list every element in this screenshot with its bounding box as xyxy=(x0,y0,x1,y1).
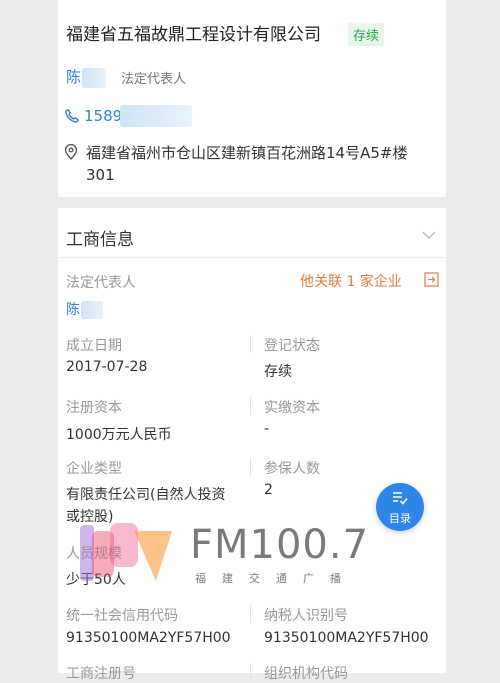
field-value: 2017-07-28 xyxy=(66,359,148,375)
company-header-card: 福建省五福故鼎工程设计有限公司 存续 陈 法定代表人 1589 福建省福州市仓山… xyxy=(58,0,446,197)
field-label: 实缴资本 xyxy=(264,400,320,416)
column-divider xyxy=(250,458,251,476)
divider xyxy=(58,257,446,258)
section-title: 工商信息 xyxy=(66,230,134,250)
field-label: 成立日期 xyxy=(66,338,122,354)
list-check-icon xyxy=(393,492,408,505)
column-divider xyxy=(250,663,251,681)
column-divider xyxy=(250,397,251,415)
field-value: 存续 xyxy=(264,364,292,380)
field-label: 纳税人识别号 xyxy=(264,608,348,624)
field-label: 参保人数 xyxy=(264,461,320,477)
redaction-blur xyxy=(120,105,193,127)
field-value: 1000万元人民币 xyxy=(66,427,172,443)
field-label: 工商注册号 xyxy=(66,666,136,682)
legal-rep-value[interactable]: 陈 xyxy=(66,299,103,319)
watermark-subtitle: 福建交通广播 xyxy=(195,572,357,585)
phone-icon xyxy=(65,109,79,123)
location-pin-icon xyxy=(64,144,78,160)
field-value: - xyxy=(264,421,270,437)
related-companies-link[interactable]: 他关联 1 家企业 xyxy=(300,271,402,291)
table-of-contents-button[interactable]: 目录 xyxy=(376,483,424,531)
phone-number[interactable]: 1589 xyxy=(84,107,122,125)
legal-rep-name[interactable]: 陈 xyxy=(66,68,81,86)
redaction-blur xyxy=(82,67,107,88)
address-text: 福建省福州市仓山区建新镇百花洲路14号A5#楼301 xyxy=(86,144,408,184)
field-label: 组织机构代码 xyxy=(264,666,348,682)
arrow-right-box-icon[interactable] xyxy=(424,272,439,287)
redaction-blur xyxy=(81,301,103,319)
field-value[interactable]: 91350100MA2YF57H00 xyxy=(66,630,231,646)
field-label: 登记状态 xyxy=(264,338,320,354)
phone-row[interactable]: 1589 xyxy=(64,105,193,127)
legal-rep-name[interactable]: 陈 xyxy=(66,302,80,318)
field-label: 统一社会信用代码 xyxy=(66,608,178,624)
field-value[interactable]: 91350100MA2YF57H00 xyxy=(264,630,429,646)
legal-rep-label: 法定代表人 xyxy=(66,275,136,291)
column-divider xyxy=(250,605,251,623)
field-value: 2 xyxy=(264,482,273,498)
legal-rep-row[interactable]: 陈 法定代表人 xyxy=(66,66,186,88)
watermark-brand: FM100.7 xyxy=(190,522,370,568)
field-label: 注册资本 xyxy=(66,400,122,416)
status-badge: 存续 xyxy=(348,23,385,46)
business-info-card: 工商信息 法定代表人 陈 他关联 1 家企业 成立日期 2017-07-28 登… xyxy=(58,208,446,682)
field-label: 企业类型 xyxy=(66,461,122,477)
toc-label: 目录 xyxy=(389,512,411,525)
legal-rep-role: 法定代表人 xyxy=(121,72,187,87)
watermark-logo xyxy=(80,523,172,581)
company-name: 福建省五福故鼎工程设计有限公司 xyxy=(66,25,321,45)
column-divider xyxy=(250,335,251,353)
chevron-down-icon[interactable] xyxy=(422,230,436,240)
